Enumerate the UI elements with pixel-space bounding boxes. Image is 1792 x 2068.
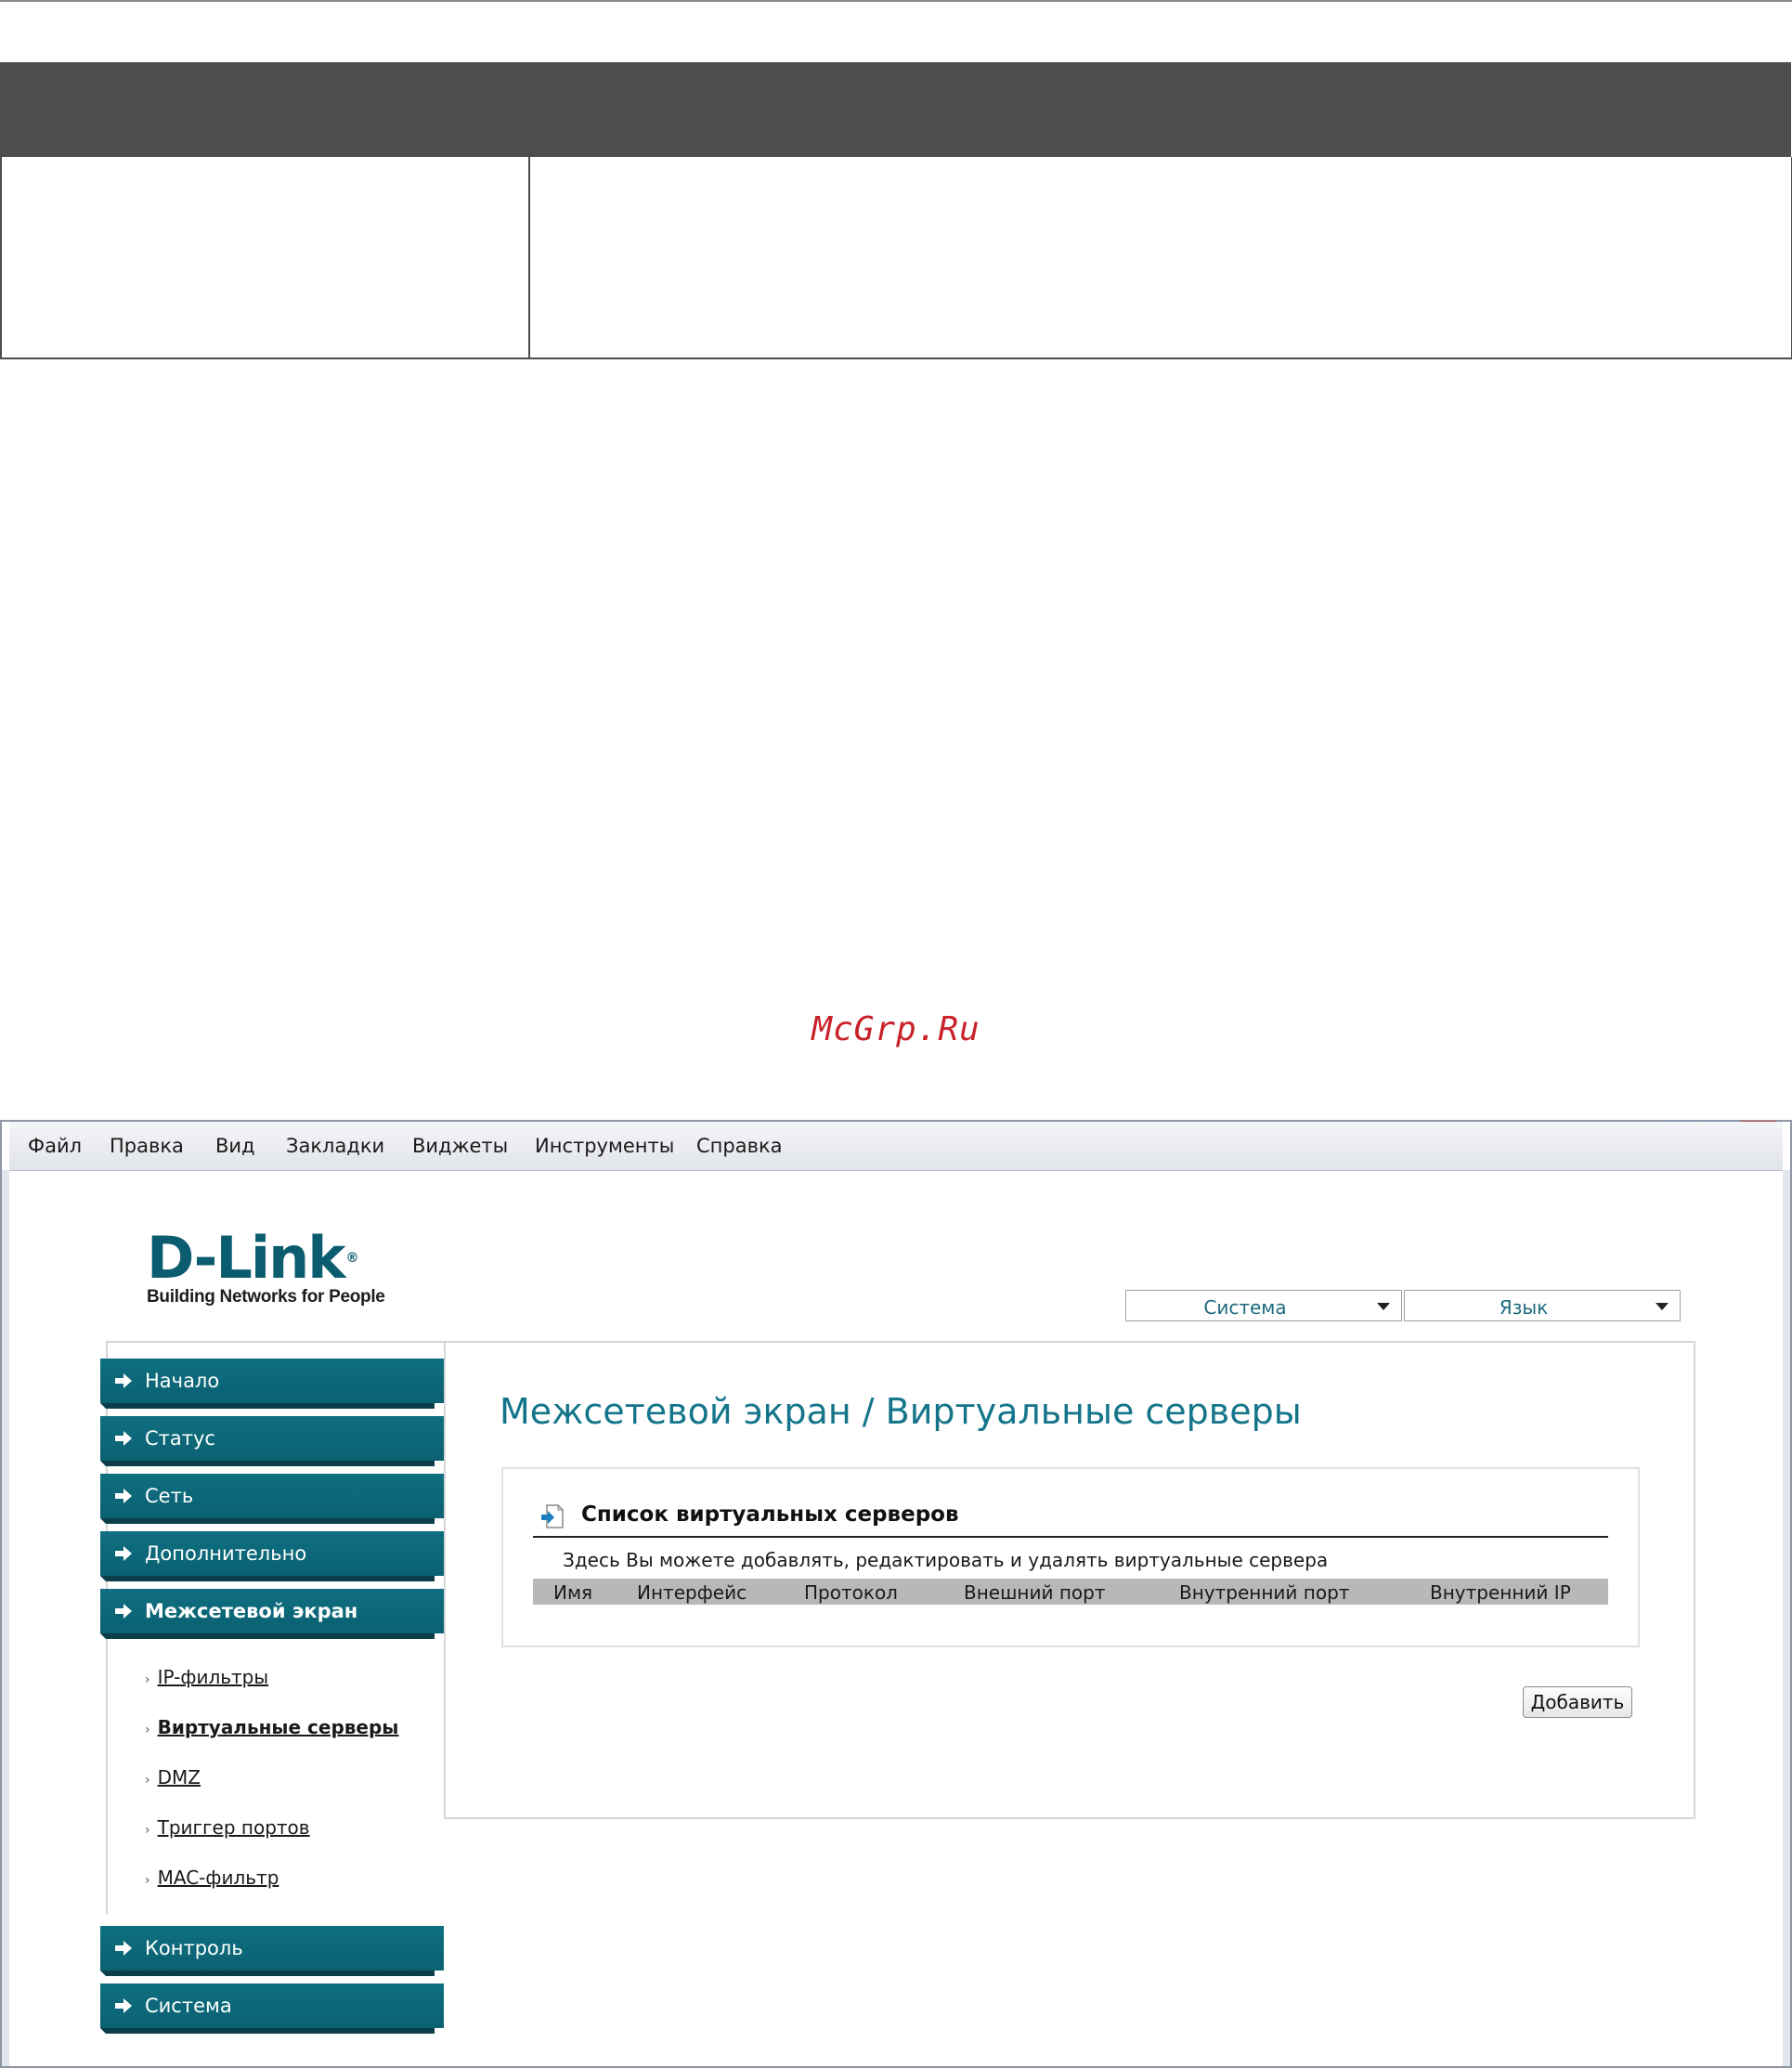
sidebar-item-label: Межсетевой экран <box>145 1600 358 1622</box>
menu-bar: Файл Правка Вид Закладки Виджеты Инструм… <box>9 1122 1783 1171</box>
language-select-value: Язык <box>1499 1296 1549 1319</box>
subitem-label: DMZ <box>157 1766 201 1788</box>
sidebar-item-network[interactable]: Сеть <box>100 1474 444 1524</box>
arrow-right-icon <box>115 1431 132 1446</box>
subitem-port-trigger[interactable]: › Триггер портов <box>145 1816 310 1839</box>
logo-tagline: Building Networks for People <box>147 1287 385 1307</box>
window-frame-right <box>1783 1170 1790 2066</box>
subitem-label: IP-фильтры <box>157 1666 269 1688</box>
sidebar-top-border <box>106 1341 446 1343</box>
chevron-right-icon: › <box>145 1773 150 1788</box>
chevron-down-icon <box>1377 1303 1390 1310</box>
dlink-logo: D-Link ® Building Networks for People <box>147 1229 385 1307</box>
sidebar-item-control[interactable]: Контроль <box>100 1926 444 1976</box>
panel-title: Список виртуальных серверов <box>581 1502 959 1527</box>
subitem-ip-filters[interactable]: › IP-фильтры <box>145 1666 268 1688</box>
subitem-label: Триггер портов <box>157 1816 310 1839</box>
watermark: McGrp.Ru <box>812 1010 980 1048</box>
column-interface: Интерфейс <box>637 1581 747 1604</box>
menu-bookmarks[interactable]: Закладки <box>286 1135 384 1157</box>
sidebar-item-label: Начало <box>145 1370 220 1392</box>
arrow-right-icon <box>115 1998 132 2013</box>
system-select[interactable]: Система <box>1125 1290 1402 1321</box>
arrow-right-icon <box>115 1546 132 1561</box>
sidebar-item-label: Сеть <box>145 1485 194 1507</box>
subitem-virtual-servers[interactable]: › Виртуальные серверы <box>145 1716 398 1738</box>
sidebar-item-shadow <box>100 1970 435 1976</box>
sidebar-item-shadow <box>100 1633 435 1639</box>
menu-edit[interactable]: Правка <box>110 1135 184 1157</box>
sidebar-item-home[interactable]: Начало <box>100 1359 444 1409</box>
document-table-column-divider <box>528 157 530 358</box>
arrow-right-icon <box>115 1489 132 1503</box>
sidebar-item-shadow <box>100 1403 435 1409</box>
column-protocol: Протокол <box>804 1581 898 1604</box>
subitem-dmz[interactable]: › DMZ <box>145 1766 201 1788</box>
arrow-right-icon <box>115 1941 132 1956</box>
logo-brand: D-Link ® <box>147 1224 358 1292</box>
subitem-label: Виртуальные серверы <box>157 1716 399 1738</box>
chevron-right-icon: › <box>145 1873 150 1888</box>
panel-description: Здесь Вы можете добавлять, редактировать… <box>563 1549 1329 1571</box>
document-table <box>0 62 1792 359</box>
document-arrow-icon <box>541 1504 565 1528</box>
sidebar-item-advanced[interactable]: Дополнительно <box>100 1531 444 1581</box>
chevron-right-icon: › <box>145 1823 150 1838</box>
sidebar-item-shadow <box>100 1518 435 1524</box>
menu-help[interactable]: Справка <box>696 1135 783 1157</box>
arrow-right-icon <box>115 1373 132 1388</box>
column-internal-ip: Внутренний IP <box>1430 1581 1571 1604</box>
column-internal-port: Внутренний порт <box>1179 1581 1350 1604</box>
sidebar-item-label: Дополнительно <box>145 1542 307 1565</box>
browser-window: Файл Правка Вид Закладки Виджеты Инструм… <box>0 1120 1792 2068</box>
sidebar-item-shadow <box>100 1576 435 1581</box>
page-title: Межсетевой экран / Виртуальные серверы <box>500 1391 1302 1432</box>
virtual-servers-panel: Список виртуальных серверов Здесь Вы мож… <box>501 1467 1640 1647</box>
sidebar-item-label: Контроль <box>145 1937 243 1959</box>
menu-tools[interactable]: Инструменты <box>535 1135 674 1157</box>
top-rule <box>0 0 1792 2</box>
chevron-right-icon: › <box>145 1723 150 1737</box>
add-button[interactable]: Добавить <box>1523 1686 1632 1718</box>
table-header: Имя Интерфейс Протокол Внешний порт Внут… <box>533 1579 1608 1605</box>
subitem-mac-filter[interactable]: › MAC-фильтр <box>145 1866 279 1889</box>
sidebar-item-status[interactable]: Статус <box>100 1416 444 1466</box>
sidebar-item-shadow <box>100 1461 435 1466</box>
chevron-down-icon <box>1656 1303 1669 1310</box>
sidebar-item-shadow <box>100 2028 435 2034</box>
menu-widgets[interactable]: Виджеты <box>412 1135 508 1157</box>
sidebar-item-firewall[interactable]: Межсетевой экран <box>100 1589 444 1639</box>
sidebar-item-label: Система <box>145 1995 232 2017</box>
document-table-body <box>0 157 1792 359</box>
language-select[interactable]: Язык <box>1404 1290 1681 1321</box>
sidebar-item-label: Статус <box>145 1427 215 1450</box>
system-select-value: Система <box>1203 1296 1287 1319</box>
menu-view[interactable]: Вид <box>215 1135 255 1157</box>
window-frame-left <box>2 1170 9 2066</box>
menu-file[interactable]: Файл <box>28 1135 82 1157</box>
arrow-right-icon <box>115 1604 132 1619</box>
subitem-label: MAC-фильтр <box>157 1866 279 1889</box>
panel-divider <box>533 1536 1608 1538</box>
sidebar-item-system[interactable]: Система <box>100 1983 444 2034</box>
document-table-header <box>0 62 1791 157</box>
column-external-port: Внешний порт <box>964 1581 1106 1604</box>
column-name: Имя <box>553 1581 593 1604</box>
chevron-right-icon: › <box>145 1672 150 1687</box>
